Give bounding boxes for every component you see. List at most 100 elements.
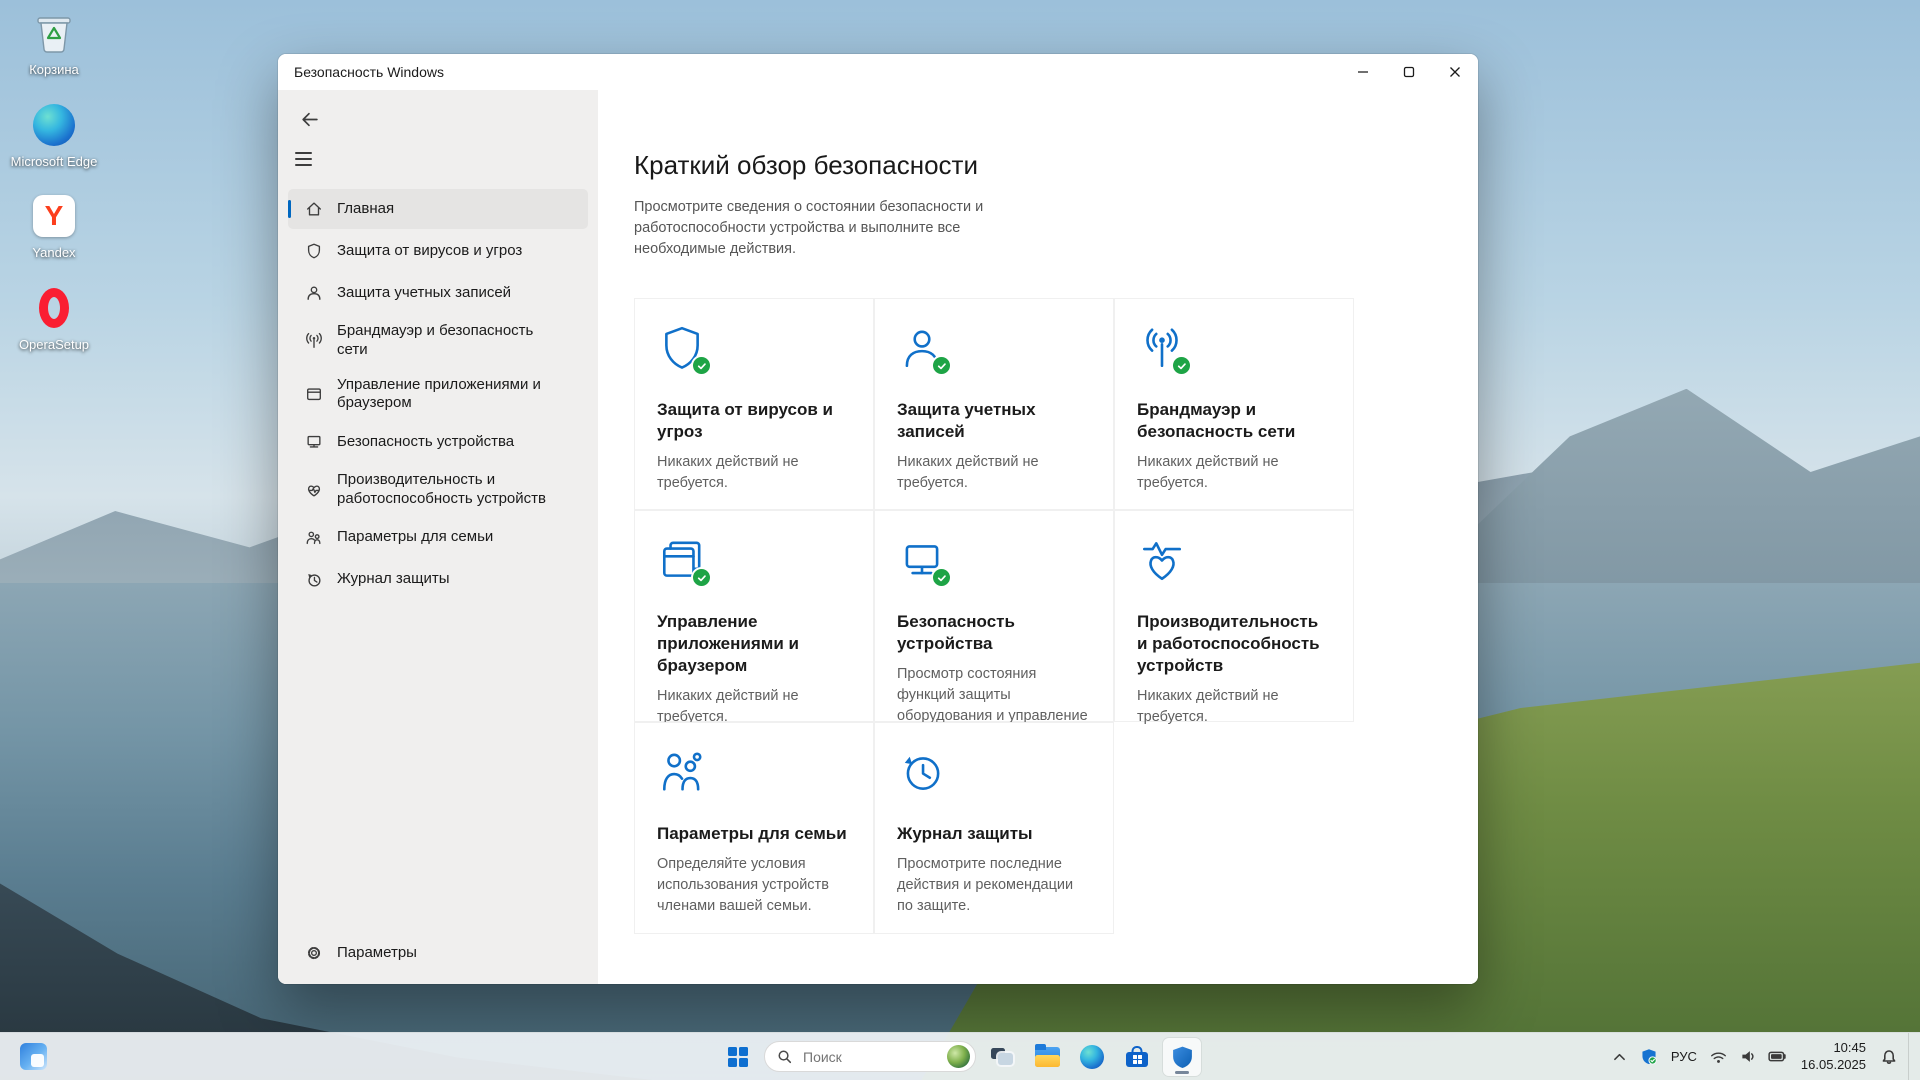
card-title: Защита от вирусов и угроз bbox=[657, 400, 833, 442]
status-ok-icon bbox=[1171, 355, 1192, 377]
sidebar-footer: Параметры bbox=[278, 932, 598, 974]
battery-icon bbox=[1768, 1051, 1786, 1062]
sidebar-item-account-protection[interactable]: Защита учетных записей bbox=[288, 273, 588, 313]
widgets-button[interactable] bbox=[14, 1038, 52, 1076]
recycle-bin-icon bbox=[31, 10, 77, 56]
desktop-icon-label: OperaSetup bbox=[18, 336, 90, 352]
back-button[interactable] bbox=[292, 104, 326, 134]
clock[interactable]: 10:45 16.05.2025 bbox=[1794, 1040, 1873, 1074]
sidebar-item-home[interactable]: Главная bbox=[288, 189, 588, 229]
tray-security-icon bbox=[1642, 1049, 1657, 1065]
show-desktop-button[interactable] bbox=[1908, 1033, 1914, 1080]
notification-center-button[interactable] bbox=[1876, 1040, 1902, 1074]
history-icon bbox=[304, 571, 324, 589]
page-subtitle: Просмотрите сведения о состоянии безопас… bbox=[634, 199, 984, 258]
desktop-icon-opera-setup[interactable]: OperaSetup bbox=[8, 285, 100, 353]
tray-chevron-button[interactable] bbox=[1607, 1040, 1633, 1074]
family-icon bbox=[657, 747, 709, 799]
card-firewall[interactable]: Брандмауэр и безопасность сети Никаких д… bbox=[1114, 298, 1354, 511]
sidebar-item-virus-protection[interactable]: Защита от вирусов и угроз bbox=[288, 231, 588, 271]
gear-icon bbox=[304, 944, 324, 962]
wifi-button[interactable] bbox=[1706, 1040, 1732, 1074]
sidebar-item-family-options[interactable]: Параметры для семьи bbox=[288, 518, 588, 558]
status-ok-icon bbox=[691, 567, 712, 589]
sidebar-item-device-security[interactable]: Безопасность устройства bbox=[288, 422, 588, 462]
card-title: Управление приложениями и браузером bbox=[657, 612, 799, 676]
desktop-icon-list: Корзина Microsoft Edge Y Yandex OperaSet… bbox=[8, 10, 100, 352]
status-ok-icon bbox=[931, 355, 952, 377]
shield-icon bbox=[304, 242, 324, 260]
sidebar-item-label: Защита от вирусов и угроз bbox=[337, 241, 523, 259]
network-icon bbox=[304, 332, 324, 350]
window-titlebar[interactable]: Безопасность Windows bbox=[278, 54, 1478, 90]
account-icon bbox=[304, 284, 324, 302]
sidebar-item-label: Брандмауэр и безопасность сети bbox=[337, 322, 534, 358]
start-button[interactable] bbox=[719, 1038, 757, 1076]
app-browser-check-icon bbox=[657, 535, 712, 589]
file-explorer-button[interactable] bbox=[1028, 1038, 1066, 1076]
sidebar-item-protection-history[interactable]: Журнал защиты bbox=[288, 560, 588, 600]
widgets-icon bbox=[19, 1043, 47, 1070]
card-account-protection[interactable]: Защита учетных записей Никаких действий … bbox=[874, 298, 1114, 511]
card-title: Безопасность устройства bbox=[897, 612, 1015, 654]
sidebar: Главная Защита от вирусов и угроз Защита… bbox=[278, 90, 598, 984]
volume-button[interactable] bbox=[1735, 1040, 1761, 1074]
sidebar-item-label: Безопасность устройства bbox=[337, 432, 515, 450]
status-ok-icon bbox=[931, 567, 952, 589]
card-device-health[interactable]: Производительность и работоспособность у… bbox=[1114, 510, 1354, 725]
app-browser-icon bbox=[304, 385, 324, 403]
card-virus-protection[interactable]: Защита от вирусов и угроз Никаких действ… bbox=[634, 298, 874, 511]
tray-security-button[interactable] bbox=[1636, 1040, 1662, 1074]
card-family-options[interactable]: Параметры для семьи Определяйте условия … bbox=[634, 722, 874, 935]
running-indicator bbox=[1175, 1070, 1189, 1074]
sidebar-item-label: Защита учетных записей bbox=[337, 283, 512, 301]
desktop-icon-label: Корзина bbox=[29, 62, 79, 77]
volume-icon bbox=[1742, 1051, 1754, 1062]
card-desc: Никаких действий не требуется. bbox=[657, 454, 799, 492]
card-title: Производительность и работоспособность у… bbox=[1137, 612, 1320, 676]
search-highlight-image[interactable] bbox=[947, 1045, 970, 1068]
health-heart-icon bbox=[1137, 535, 1189, 587]
card-app-browser-control[interactable]: Управление приложениями и браузером Ника… bbox=[634, 510, 874, 725]
family-icon bbox=[304, 529, 324, 547]
file-explorer-icon bbox=[1034, 1043, 1060, 1067]
window-controls bbox=[1340, 54, 1478, 90]
taskbar-search[interactable] bbox=[764, 1041, 976, 1072]
language-indicator[interactable]: РУС bbox=[1665, 1040, 1703, 1074]
battery-button[interactable] bbox=[1764, 1040, 1791, 1074]
health-icon bbox=[304, 481, 324, 499]
sidebar-item-label: Параметры для семьи bbox=[337, 528, 494, 546]
search-input[interactable] bbox=[801, 1047, 938, 1066]
notification-bell-icon bbox=[1882, 1049, 1896, 1064]
sidebar-item-label: Параметры bbox=[337, 943, 417, 961]
desktop-icon-recycle-bin[interactable]: Корзина bbox=[8, 10, 100, 78]
card-device-security[interactable]: Безопасность устройства Просмотр состоян… bbox=[874, 510, 1114, 745]
windows-security-taskbar-button[interactable] bbox=[1163, 1037, 1201, 1076]
close-button[interactable] bbox=[1432, 54, 1478, 90]
card-title: Журнал защиты bbox=[897, 824, 1033, 844]
windows-security-window: Безопасность Windows Главная Защита от в… bbox=[278, 54, 1478, 984]
sidebar-item-firewall[interactable]: Брандмауэр и безопасность сети bbox=[288, 315, 588, 367]
sidebar-item-label: Журнал защиты bbox=[337, 570, 450, 588]
search-icon bbox=[778, 1050, 792, 1064]
desktop-icon-label: Microsoft Edge bbox=[10, 153, 98, 169]
sidebar-item-device-health[interactable]: Производительность и работоспособность у… bbox=[288, 464, 588, 516]
desktop-icon-yandex[interactable]: Y Yandex bbox=[8, 193, 100, 261]
card-protection-history[interactable]: Журнал защиты Просмотрите последние дейс… bbox=[874, 722, 1114, 935]
shield-check-icon bbox=[657, 323, 712, 377]
sidebar-item-label: Производительность и работоспособность у… bbox=[337, 471, 546, 507]
desktop-icon-edge[interactable]: Microsoft Edge bbox=[8, 102, 100, 170]
edge-button[interactable] bbox=[1073, 1038, 1111, 1076]
menu-toggle-button[interactable] bbox=[290, 144, 324, 174]
task-view-button[interactable] bbox=[983, 1038, 1021, 1076]
store-button[interactable] bbox=[1118, 1038, 1156, 1076]
selected-indicator bbox=[288, 200, 291, 218]
time: 10:45 bbox=[1833, 1039, 1866, 1055]
maximize-button[interactable] bbox=[1386, 54, 1432, 90]
sidebar-item-app-browser-control[interactable]: Управление приложениями и браузером bbox=[288, 369, 588, 421]
date: 16.05.2025 bbox=[1800, 1056, 1866, 1072]
minimize-button[interactable] bbox=[1340, 54, 1386, 90]
page-title: Краткий обзор безопасности bbox=[634, 150, 978, 180]
sidebar-item-settings[interactable]: Параметры bbox=[288, 933, 588, 973]
windows-logo-icon bbox=[728, 1046, 748, 1067]
